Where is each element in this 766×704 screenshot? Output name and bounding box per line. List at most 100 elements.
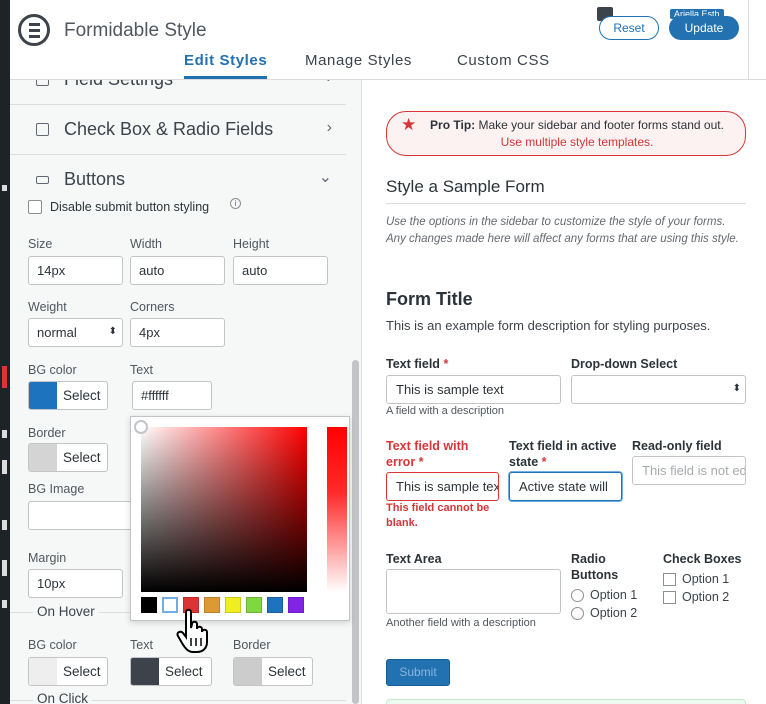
- text-color-input[interactable]: #ffffff: [132, 381, 212, 410]
- error-field-label: Text field with error *: [386, 438, 496, 470]
- tab-custom-css[interactable]: Custom CSS: [457, 52, 550, 69]
- admin-menu-strip: [0, 0, 10, 704]
- bg-color-preview: [29, 382, 57, 409]
- required-mark: *: [443, 357, 449, 371]
- corners-input[interactable]: 4px: [130, 318, 225, 347]
- field-settings-icon: [36, 80, 49, 86]
- select-label: Select: [63, 450, 101, 465]
- select-label: Select: [268, 664, 306, 679]
- radio-option-1[interactable]: [571, 589, 584, 602]
- hover-border-picker-button[interactable]: Select: [233, 657, 313, 686]
- size-input[interactable]: 14px: [28, 256, 123, 285]
- hover-bg-picker-button[interactable]: Select: [28, 657, 108, 686]
- protip-link[interactable]: Use multiple style templates.: [501, 135, 654, 149]
- active-field-input[interactable]: Active state will: [509, 472, 622, 501]
- info-icon[interactable]: i: [230, 198, 241, 209]
- update-button[interactable]: Update: [669, 16, 739, 40]
- color-saturation-area[interactable]: [141, 427, 307, 592]
- checkbox-group-label: Check Boxes: [663, 552, 742, 566]
- select-arrows-icon: ⬍: [732, 383, 741, 394]
- error-field-message: This field cannot be blank.: [386, 502, 490, 529]
- color-picker-handle[interactable]: [134, 420, 148, 434]
- bg-image-label: BG Image: [28, 482, 85, 496]
- hover-border-label: Border: [233, 638, 271, 652]
- protip-text: Make your sidebar and footer forms stand…: [475, 118, 724, 132]
- button-icon: [36, 176, 49, 184]
- hover-bg-preview: [29, 658, 57, 685]
- section-label: Buttons: [64, 169, 126, 189]
- select-label: Select: [63, 664, 101, 679]
- checkbox-icon: [36, 123, 49, 136]
- app-title: Formidable Style: [64, 20, 207, 41]
- checkbox-option-1[interactable]: [663, 573, 676, 586]
- palette-swatch-blue[interactable]: [267, 597, 283, 613]
- sidebar-scrollbar[interactable]: [352, 360, 359, 704]
- hand-cursor-icon: [176, 608, 208, 653]
- label-text: Text field in active state: [509, 439, 617, 469]
- radio-option-1-label: Option 1: [590, 588, 638, 602]
- palette-swatch-yellow[interactable]: [225, 597, 241, 613]
- style-preview-panel: ★ Pro Tip: Make your sidebar and footer …: [364, 80, 766, 704]
- section-buttons[interactable]: Buttons ⌄: [10, 155, 346, 205]
- chevron-down-icon: ⌄: [318, 169, 332, 186]
- dropdown-label: Drop-down Select: [571, 357, 678, 371]
- hue-slider[interactable]: [327, 427, 347, 592]
- dropdown-select[interactable]: ⬍: [571, 375, 746, 404]
- bg-color-picker-button[interactable]: Select: [28, 381, 108, 410]
- hover-text-picker-button[interactable]: Select: [130, 657, 212, 686]
- text-color-label: Text: [130, 363, 153, 377]
- text-field-help: A field with a description: [386, 405, 505, 417]
- radio-option-2[interactable]: [571, 607, 584, 620]
- disable-submit-label: Disable submit button styling: [50, 200, 210, 214]
- sample-heading-rule: [386, 203, 746, 204]
- bg-image-input[interactable]: [28, 501, 138, 530]
- select-label: Select: [63, 388, 101, 403]
- reset-button[interactable]: Reset: [599, 16, 659, 40]
- border-label: Border: [28, 426, 66, 440]
- success-message-box: [386, 699, 746, 704]
- select-arrows-icon: ⬍: [108, 326, 117, 337]
- border-color-picker-button[interactable]: Select: [28, 443, 108, 472]
- chevron-right-icon: ›: [326, 119, 332, 136]
- submit-button[interactable]: Submit: [386, 659, 450, 686]
- hover-text-label: Text: [130, 638, 153, 652]
- protip-bold: Pro Tip:: [430, 118, 476, 132]
- error-field-input[interactable]: This is sample text: [386, 472, 499, 501]
- select-label: Select: [165, 664, 203, 679]
- disable-submit-checkbox[interactable]: [28, 200, 42, 214]
- label-text: Text field: [386, 357, 440, 371]
- active-field-label: Text field in active state *: [509, 438, 619, 470]
- header-divider: [748, 0, 749, 80]
- formidable-logo-icon: [18, 14, 50, 46]
- readonly-field-label: Read-only field: [632, 439, 722, 453]
- checkbox-option-2-label: Option 2: [682, 590, 730, 604]
- weight-select-value: normal: [37, 325, 77, 340]
- section-checkbox-radio[interactable]: Check Box & Radio Fields ›: [10, 105, 346, 155]
- on-hover-label: On Hover: [33, 604, 99, 619]
- color-picker-popup[interactable]: [130, 416, 350, 621]
- chevron-right-icon: ›: [327, 80, 332, 87]
- section-field-settings[interactable]: Field Settings ›: [10, 80, 346, 105]
- tab-manage-styles[interactable]: Manage Styles: [305, 52, 412, 69]
- palette-swatch-green[interactable]: [246, 597, 262, 613]
- section-label: Check Box & Radio Fields: [64, 119, 274, 139]
- radio-option-2-label: Option 2: [590, 606, 638, 620]
- palette-swatch-purple[interactable]: [288, 597, 304, 613]
- checkbox-option-2[interactable]: [663, 591, 676, 604]
- height-label: Height: [233, 237, 270, 251]
- width-label: Width: [130, 237, 162, 251]
- text-field-input[interactable]: This is sample text: [386, 375, 561, 404]
- hover-text-preview: [131, 658, 159, 685]
- palette-swatch-black[interactable]: [141, 597, 157, 613]
- margin-label: Margin: [28, 551, 67, 565]
- label-text: Text field with error: [386, 439, 469, 469]
- height-input[interactable]: auto: [233, 256, 328, 285]
- weight-select[interactable]: normal ⬍: [28, 318, 123, 347]
- textarea-input[interactable]: [386, 569, 561, 614]
- size-label: Size: [28, 237, 53, 251]
- on-click-label: On Click: [33, 691, 93, 704]
- required-mark: *: [541, 455, 547, 469]
- margin-input[interactable]: 10px: [28, 569, 123, 598]
- tab-edit-styles[interactable]: Edit Styles: [184, 52, 268, 79]
- width-input[interactable]: auto: [130, 256, 225, 285]
